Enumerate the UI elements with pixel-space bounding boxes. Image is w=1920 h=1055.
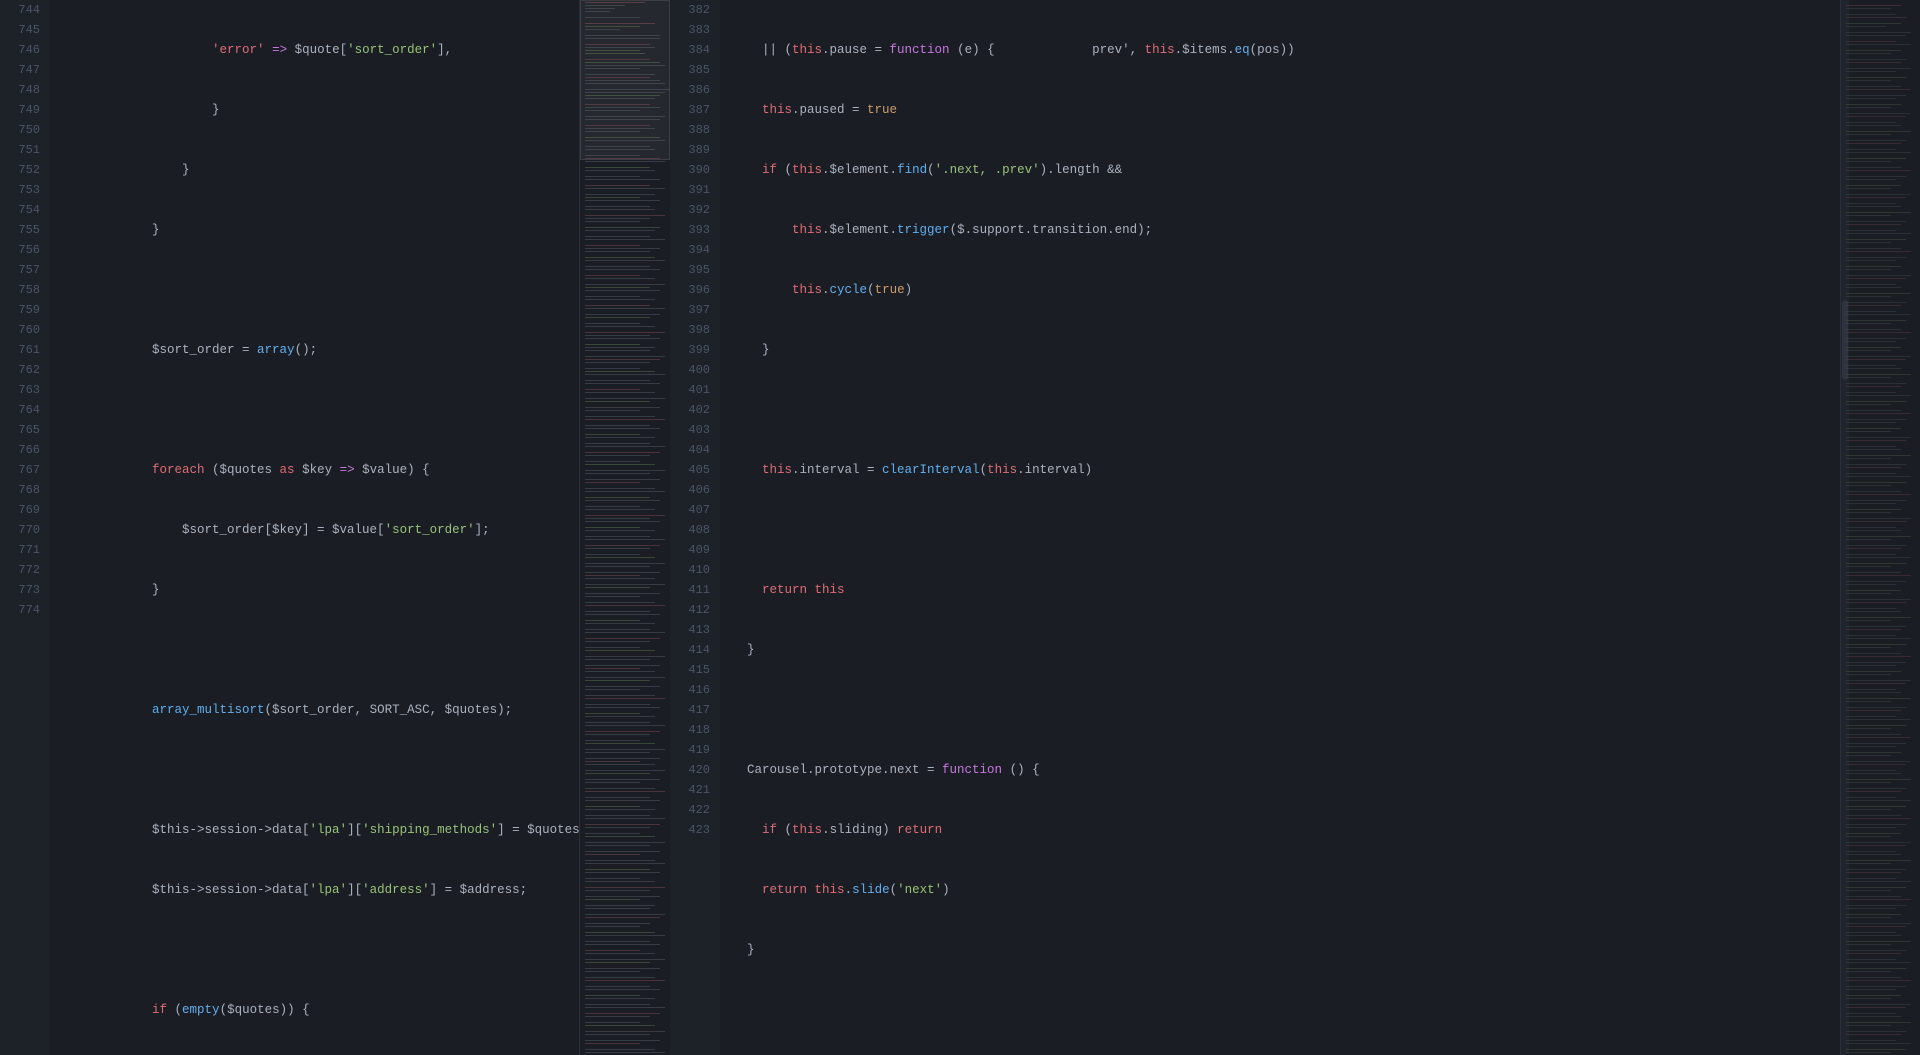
minimap-panel[interactable] (580, 0, 670, 1055)
right-minimap-svg (1841, 0, 1913, 1055)
line-numbers-right: 382 383 384 385 386 387 388 389 390 391 … (670, 0, 720, 1055)
line-numbers-left: 744 745 746 747 748 749 750 751 752 753 … (0, 0, 50, 1055)
far-right-panel (1840, 0, 1920, 1055)
left-code-panel: 744 745 746 747 748 749 750 751 752 753 … (0, 0, 580, 1055)
right-code-panel: 382 383 384 385 386 387 388 389 390 391 … (670, 0, 1840, 1055)
code-left[interactable]: 'error' => $quote['sort_order'], } } } $… (50, 0, 579, 1055)
editor-container: 744 745 746 747 748 749 750 751 752 753 … (0, 0, 1920, 1055)
code-right[interactable]: || (this.pause = function (e) { prev', t… (720, 0, 1840, 1055)
minimap-svg (580, 0, 670, 1055)
